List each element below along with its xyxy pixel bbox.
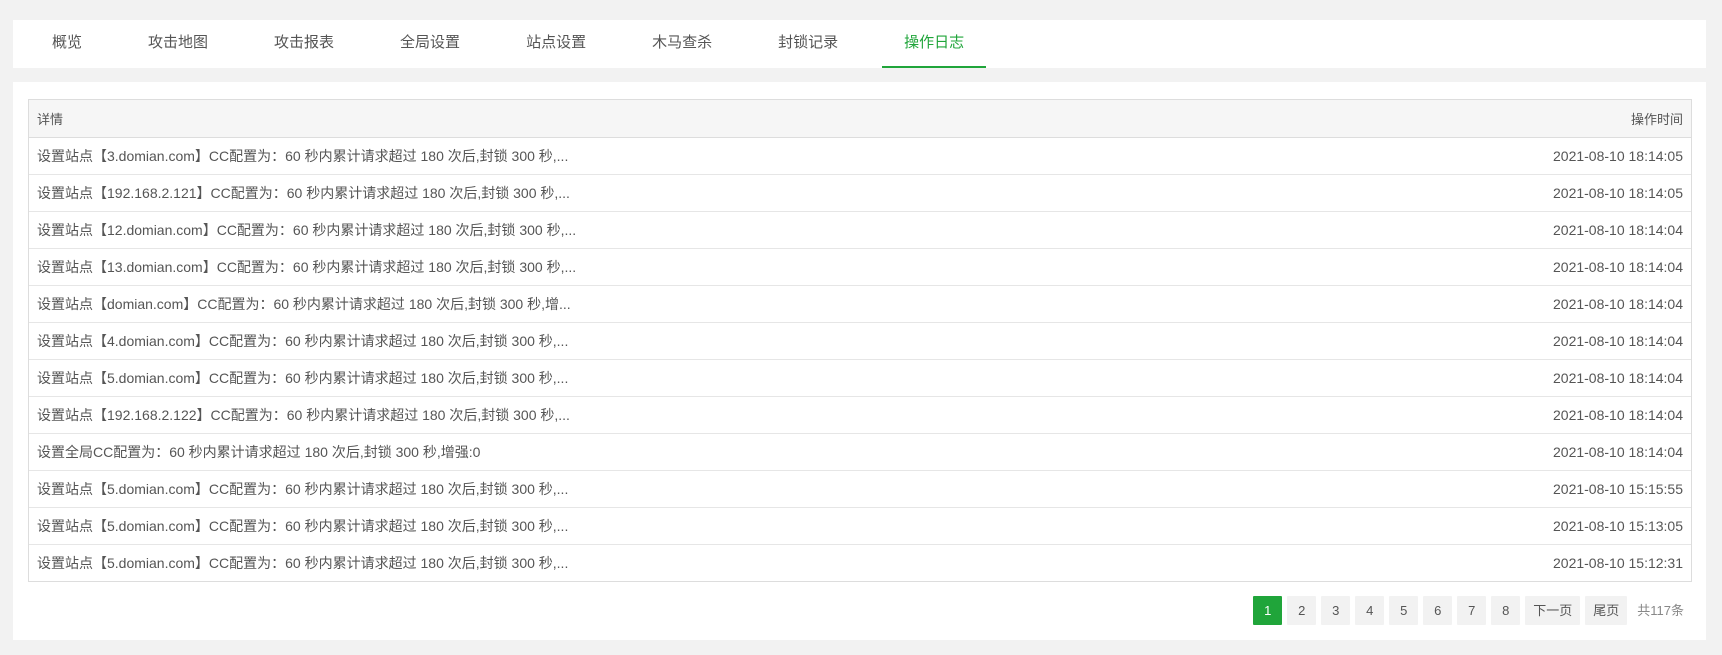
table-row: 设置站点【5.domian.com】CC配置为：60 秒内累计请求超过 180 … <box>29 470 1691 507</box>
page-button-8[interactable]: 8 <box>1491 595 1521 625</box>
tab-operation-log[interactable]: 操作日志 <box>882 20 987 68</box>
tab-trojan-scan[interactable]: 木马查杀 <box>630 20 734 68</box>
row-time: 2021-08-10 18:14:05 <box>1553 147 1683 164</box>
total-count: 共117条 <box>1637 602 1684 618</box>
tab-attack-report[interactable]: 攻击报表 <box>252 20 356 68</box>
page-button-2[interactable]: 2 <box>1287 595 1317 625</box>
table-row: 设置站点【4.domian.com】CC配置为：60 秒内累计请求超过 180 … <box>29 322 1691 359</box>
table-header-row: 详情 操作时间 <box>29 100 1691 138</box>
row-time: 2021-08-10 18:14:04 <box>1553 332 1683 349</box>
row-time: 2021-08-10 18:14:04 <box>1553 221 1683 238</box>
row-detail: 设置站点【5.domian.com】CC配置为：60 秒内累计请求超过 180 … <box>37 554 569 571</box>
tab-global-settings[interactable]: 全局设置 <box>378 20 482 68</box>
page-button-1[interactable]: 1 <box>1253 595 1283 625</box>
row-detail: 设置站点【domian.com】CC配置为：60 秒内累计请求超过 180 次后… <box>37 295 571 312</box>
next-page-button[interactable]: 下一页 <box>1525 595 1581 625</box>
table-row: 设置全局CC配置为：60 秒内累计请求超过 180 次后,封锁 300 秒,增强… <box>29 433 1691 470</box>
table-row: 设置站点【192.168.2.122】CC配置为：60 秒内累计请求超过 180… <box>29 396 1691 433</box>
tab-site-settings[interactable]: 站点设置 <box>504 20 608 68</box>
row-time: 2021-08-10 15:13:05 <box>1553 517 1683 534</box>
table-row: 设置站点【5.domian.com】CC配置为：60 秒内累计请求超过 180 … <box>29 359 1691 396</box>
header-time: 操作时间 <box>1491 100 1691 138</box>
table-row: 设置站点【5.domian.com】CC配置为：60 秒内累计请求超过 180 … <box>29 544 1691 581</box>
table-row: 设置站点【5.domian.com】CC配置为：60 秒内累计请求超过 180 … <box>29 507 1691 544</box>
row-detail: 设置站点【192.168.2.122】CC配置为：60 秒内累计请求超过 180… <box>37 406 570 423</box>
row-detail: 设置站点【3.domian.com】CC配置为：60 秒内累计请求超过 180 … <box>37 147 569 164</box>
row-detail: 设置站点【4.domian.com】CC配置为：60 秒内累计请求超过 180 … <box>37 332 569 349</box>
row-time: 2021-08-10 18:14:04 <box>1553 369 1683 386</box>
operation-log-panel: 详情 操作时间 设置站点【3.domian.com】CC配置为：60 秒内累计请… <box>13 82 1706 640</box>
row-time: 2021-08-10 15:15:55 <box>1553 480 1683 497</box>
tab-attack-map[interactable]: 攻击地图 <box>126 20 230 68</box>
row-detail: 设置站点【5.domian.com】CC配置为：60 秒内累计请求超过 180 … <box>37 480 569 497</box>
last-page-button[interactable]: 尾页 <box>1585 595 1628 625</box>
row-time: 2021-08-10 18:14:04 <box>1553 295 1683 312</box>
row-detail: 设置站点【12.domian.com】CC配置为：60 秒内累计请求超过 180… <box>37 221 577 238</box>
tab-overview[interactable]: 概览 <box>30 20 104 68</box>
row-detail: 设置全局CC配置为：60 秒内累计请求超过 180 次后,封锁 300 秒,增强… <box>37 443 481 460</box>
row-time: 2021-08-10 15:12:31 <box>1553 554 1683 571</box>
page-button-3[interactable]: 3 <box>1321 595 1351 625</box>
table-row: 设置站点【12.domian.com】CC配置为：60 秒内累计请求超过 180… <box>29 211 1691 248</box>
row-detail: 设置站点【5.domian.com】CC配置为：60 秒内累计请求超过 180 … <box>37 369 569 386</box>
pagination: 1 2 3 4 5 6 7 8 下一页 尾页 共117条 <box>1248 595 1684 625</box>
row-time: 2021-08-10 18:14:04 <box>1553 258 1683 275</box>
row-time: 2021-08-10 18:14:04 <box>1553 406 1683 423</box>
row-detail: 设置站点【192.168.2.121】CC配置为：60 秒内累计请求超过 180… <box>37 184 570 201</box>
page-button-7[interactable]: 7 <box>1457 595 1487 625</box>
row-time: 2021-08-10 18:14:05 <box>1553 184 1683 201</box>
table-row: 设置站点【192.168.2.121】CC配置为：60 秒内累计请求超过 180… <box>29 174 1691 211</box>
tab-bar: 概览 攻击地图 攻击报表 全局设置 站点设置 木马查杀 封锁记录 操作日志 <box>13 20 1706 68</box>
table-body: 设置站点【3.domian.com】CC配置为：60 秒内累计请求超过 180 … <box>29 137 1691 581</box>
table-row: 设置站点【domian.com】CC配置为：60 秒内累计请求超过 180 次后… <box>29 285 1691 322</box>
row-time: 2021-08-10 18:14:04 <box>1553 443 1683 460</box>
tab-block-records[interactable]: 封锁记录 <box>756 20 860 68</box>
table-row: 设置站点【3.domian.com】CC配置为：60 秒内累计请求超过 180 … <box>29 137 1691 174</box>
log-table-container: 详情 操作时间 设置站点【3.domian.com】CC配置为：60 秒内累计请… <box>28 99 1692 582</box>
row-detail: 设置站点【5.domian.com】CC配置为：60 秒内累计请求超过 180 … <box>37 517 569 534</box>
table-row: 设置站点【13.domian.com】CC配置为：60 秒内累计请求超过 180… <box>29 248 1691 285</box>
log-table: 详情 操作时间 设置站点【3.domian.com】CC配置为：60 秒内累计请… <box>29 100 1691 581</box>
page-button-5[interactable]: 5 <box>1389 595 1419 625</box>
page-button-4[interactable]: 4 <box>1355 595 1385 625</box>
row-detail: 设置站点【13.domian.com】CC配置为：60 秒内累计请求超过 180… <box>37 258 577 275</box>
header-detail: 详情 <box>29 100 1491 138</box>
page-button-6[interactable]: 6 <box>1423 595 1453 625</box>
